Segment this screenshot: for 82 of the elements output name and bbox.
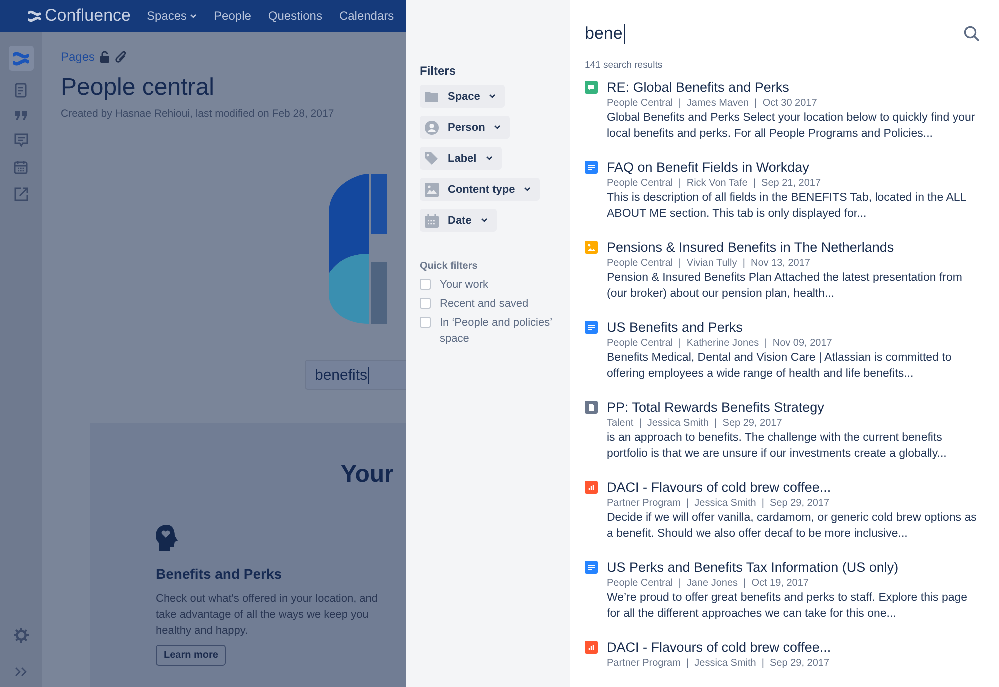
section-heading: Your [341, 461, 395, 489]
result-meta: Partner Program | Jessica Smith | Sep 29, 2017 [607, 657, 831, 670]
nav-link[interactable]: Calendars [339, 9, 394, 23]
result-excerpt: Benefits Medical, Dental and Vision Care | Atlassian is committed to offering employees a wide range of health and life benefits... [607, 351, 953, 382]
page-title: People central [61, 74, 216, 102]
nav-link[interactable]: People [214, 9, 252, 23]
calendar-icon [425, 214, 439, 228]
person-icon [425, 120, 439, 134]
comment-icon[interactable] [14, 133, 28, 148]
result-meta: People Central | James Maven | Oct 30 2017 [607, 97, 818, 110]
result-excerpt: This is description of all fields in the BENEFITS Tab, located in the ALL ABOUT ME section. This tab is only displayed for... [607, 191, 968, 222]
quote-icon[interactable] [14, 110, 28, 121]
page-icon[interactable] [15, 83, 27, 98]
result-title[interactable]: US Benefits and Perks [607, 319, 977, 336]
filter-dropdown[interactable]: Date [420, 209, 497, 232]
result-meta: People Central | Katherine Jones | Nov 09, 2017 [607, 337, 834, 350]
nav-link[interactable]: Spaces [147, 9, 198, 23]
file-icon [585, 401, 598, 414]
result-meta: Talent | Jessica Smith | Sep 29, 2017 [607, 417, 784, 430]
chevron-down-icon [494, 125, 502, 130]
checkbox[interactable] [420, 317, 431, 328]
chevron-down-icon [524, 187, 532, 192]
result-title[interactable]: Pensions & Insured Benefits in The Netherlands [607, 239, 977, 256]
external-link-icon[interactable] [14, 187, 28, 202]
result-title[interactable]: PP: Total Rewards Benefits Strategy [607, 399, 977, 416]
tag-icon [425, 152, 439, 166]
filter-dropdown[interactable]: Person [420, 116, 510, 139]
chevron-down-icon [486, 156, 493, 161]
padlock-icon[interactable] [100, 51, 110, 63]
search-input[interactable]: bene [585, 24, 964, 44]
result-meta: People Central | Rick Von Tafe | Sep 21, 2017 [607, 177, 822, 190]
result-excerpt: Global Benefits and Perks Select your location below to quickly find your local benefits and perks. For all People Programs and Policies... [607, 111, 976, 142]
checkbox[interactable] [420, 279, 431, 290]
result-meta: People Central | Vivian Tully | Nov 13, 2017 [607, 257, 812, 270]
page-icon [585, 561, 598, 574]
paperclip-icon[interactable] [115, 50, 128, 64]
search-icon[interactable] [964, 26, 980, 42]
checkbox-label[interactable]: Your work [440, 277, 489, 293]
image-icon [585, 241, 598, 254]
folder-icon [425, 90, 439, 104]
result-meta: Partner Program | Jessica Smith | Sep 29, 2017 [607, 497, 831, 510]
result-excerpt: is an approach to benefits. The challenge with the current benefits portfolio is that we are unsure if our investments create a globally... [607, 431, 948, 462]
comment-icon [585, 81, 598, 94]
result-title[interactable]: RE: Global Benefits and Perks [607, 79, 977, 96]
checkbox-label[interactable]: In ‘People and policies’ space [440, 315, 560, 347]
page-byline: Created by Hasnae Rehioui, last modified on Feb 28, 2017 [61, 108, 336, 120]
result-excerpt: We’re proud to offer great benefits and perks to staff. Explore this page for all the different approaches we can take for this one... [607, 591, 969, 622]
filters-heading: Filters [420, 64, 458, 78]
filter-dropdown[interactable]: Space [420, 85, 506, 108]
checkbox[interactable] [420, 298, 431, 309]
app-logo-text: Confluence [45, 6, 132, 26]
result-title[interactable]: DACI - Flavours of cold brew coffee... [607, 639, 977, 656]
result-title[interactable]: DACI - Flavours of cold brew coffee... [607, 479, 977, 496]
results-count: 141 search results [585, 60, 664, 71]
head-heart-icon [156, 525, 180, 551]
checkbox-label[interactable]: Recent and saved [440, 296, 529, 312]
filter-dropdown[interactable]: Label [420, 147, 502, 170]
confluence-logo-icon [28, 10, 41, 22]
bar-chart-icon [585, 481, 598, 494]
settings-icon[interactable] [14, 628, 28, 643]
card-title: Benefits and Perks [156, 566, 282, 582]
image-icon [425, 182, 439, 196]
chevron-down-icon [480, 218, 488, 223]
card-text: Check out what's offered in your location, and take advantage of all the ways we keep you healthy and happy. [156, 592, 380, 639]
page-icon [585, 321, 598, 334]
expand-icon[interactable] [14, 667, 28, 677]
result-excerpt: Decide if we will offer vanilla, cardamom, or generic cold brew options as a benefit. Should we also offer decaf to be more inclusive... [607, 511, 977, 542]
bar-chart-icon [585, 641, 598, 654]
result-excerpt: Pension & Insured Benefits Plan Attached the latest presentation from (our broker) about our pension plan, health... [607, 271, 964, 302]
result-title[interactable]: FAQ on Benefit Fields in Workday [607, 159, 977, 176]
calendar-icon[interactable] [14, 160, 28, 175]
chevron-down-icon [489, 94, 496, 99]
rail-logo-tile[interactable] [8, 46, 34, 71]
page-icon [585, 161, 598, 174]
caret-icon [190, 14, 198, 18]
result-meta: People Central | Jane Jones | Oct 19, 2017 [607, 577, 810, 590]
filter-dropdown[interactable]: Content type [420, 178, 540, 201]
nav-link[interactable]: Questions [268, 9, 322, 23]
confluence-logo-icon [13, 50, 29, 66]
search-field[interactable]: benefits [305, 360, 406, 390]
quick-filters-heading: Quick filters [420, 261, 479, 272]
result-title[interactable]: US Perks and Benefits Tax Information (US only) [607, 559, 977, 576]
